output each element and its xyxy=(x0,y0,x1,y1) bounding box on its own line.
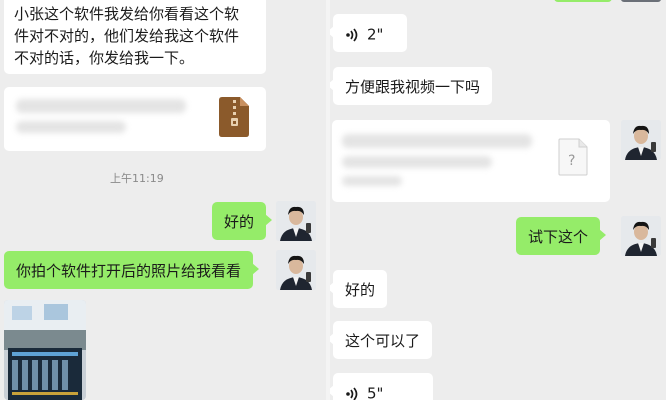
unknown-file-label: ? xyxy=(568,153,576,169)
voice-icon xyxy=(345,27,361,43)
file-message[interactable]: ? xyxy=(332,120,610,202)
zip-file-icon xyxy=(219,97,249,143)
blurred-file-name xyxy=(342,134,542,194)
voice-message[interactable]: 5" xyxy=(330,373,433,400)
message-text: 方便跟我视频一下吗 xyxy=(345,78,481,96)
message-line: 件对不对的，他们发给我这个软件 xyxy=(14,27,240,45)
message-text: 好的 xyxy=(345,281,376,299)
avatar[interactable] xyxy=(621,216,661,256)
message-text: 你拍个软件打开后的照片给我看看 xyxy=(16,262,242,280)
message-bubble[interactable]: 你拍个软件打开后的照片给我看看 xyxy=(4,251,260,289)
message-line: 不对的话，你发给我一下。 xyxy=(14,49,195,67)
avatar[interactable] xyxy=(621,120,661,160)
message-timestamp: 上午11:19 xyxy=(110,172,164,185)
message-bubble[interactable]: 好的 xyxy=(330,270,388,308)
unknown-file-icon: ? xyxy=(558,138,588,182)
message-bubble[interactable]: 试下这个 xyxy=(516,217,607,255)
message-bubble[interactable]: 小张这个软件我发给你看看这个软 件对不对的，他们发给我这个软件 不对的话，你发给… xyxy=(4,0,266,74)
avatar[interactable] xyxy=(276,250,316,290)
voice-icon xyxy=(345,386,361,400)
message-text: 试下这个 xyxy=(528,228,589,246)
file-message[interactable] xyxy=(4,87,266,151)
voice-duration: 2" xyxy=(367,25,384,44)
message-text: 好的 xyxy=(224,213,255,231)
avatar[interactable] xyxy=(276,201,316,241)
message-text: 这个可以了 xyxy=(345,332,421,350)
top-bubble-edge-green xyxy=(554,0,612,2)
voice-message[interactable]: 2" xyxy=(330,14,407,52)
top-avatar-edge xyxy=(621,0,661,2)
chat-panel-left: 小张这个软件我发给你看看这个软 件对不对的，他们发给我这个软件 不对的话，你发给… xyxy=(0,0,326,400)
message-bubble[interactable]: 这个可以了 xyxy=(330,321,433,359)
chat-panel-right: 2" 方便跟我视频一下吗 ? 试下这个 好的 这个可以了 5" xyxy=(330,0,666,400)
message-line: 小张这个软件我发给你看看这个软 xyxy=(14,5,240,23)
message-bubble[interactable]: 好的 xyxy=(212,202,273,240)
voice-duration: 5" xyxy=(367,384,384,400)
blurred-file-name xyxy=(16,99,196,141)
photo-message[interactable] xyxy=(4,300,86,400)
message-bubble[interactable]: 方便跟我视频一下吗 xyxy=(330,67,493,105)
